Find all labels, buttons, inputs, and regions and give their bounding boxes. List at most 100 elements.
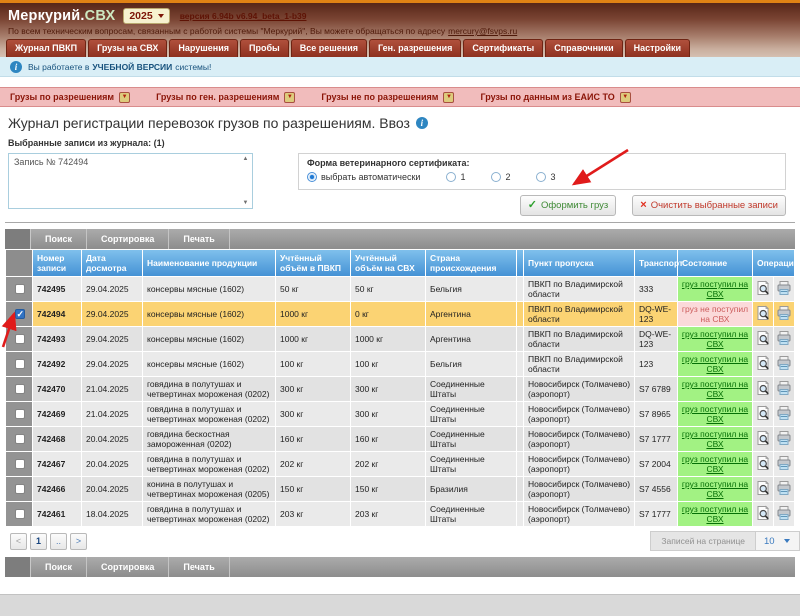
status-arrived-link[interactable]: груз поступил на СВХ [682, 479, 748, 499]
print-icon[interactable] [776, 505, 792, 521]
view-document-icon[interactable] [755, 405, 771, 421]
listbox-item[interactable]: Запись № 742494 [14, 157, 234, 167]
row-checkbox[interactable] [15, 309, 25, 319]
submit-cargo-button[interactable]: ✓Оформить груз [520, 195, 617, 216]
spacer-cell [517, 377, 523, 401]
cargo-menu-item-0[interactable]: Грузы по разрешениям▼ [10, 92, 130, 103]
toolbar-item-0[interactable]: Поиск [31, 229, 87, 249]
view-document-icon[interactable] [755, 330, 771, 346]
pagination-more[interactable]: .. [50, 533, 67, 550]
version-link[interactable]: версия 6.94b v6.94_beta_1-b39 [180, 11, 307, 21]
status-arrived-link[interactable]: груз поступил на СВХ [682, 404, 748, 424]
cell-status: груз поступил на СВХ [678, 452, 752, 476]
title-info-icon[interactable]: i [416, 117, 428, 129]
cargo-menu-item-3[interactable]: Грузы по данным из ЕАИС ТО▼ [480, 92, 630, 103]
toolbar-item-2[interactable]: Печать [169, 229, 229, 249]
cell-origin-country: Аргентина [426, 327, 516, 351]
status-arrived-link[interactable]: груз поступил на СВХ [682, 329, 748, 349]
cert-option-3[interactable]: 3 [536, 172, 555, 182]
nav-tab-5[interactable]: Ген. разрешения [369, 39, 461, 57]
cell-volume-pvkp: 1000 кг [276, 302, 350, 326]
cert-option-2[interactable]: 2 [491, 172, 510, 182]
view-document-icon[interactable] [755, 355, 771, 371]
radio-icon[interactable] [307, 172, 317, 182]
status-arrived-link[interactable]: груз поступил на СВХ [682, 379, 748, 399]
cell-origin-country: Аргентина [426, 302, 516, 326]
cell-volume-svh: 100 кг [351, 352, 425, 376]
print-icon[interactable] [776, 280, 792, 296]
nav-tab-8[interactable]: Настройки [625, 39, 690, 57]
status-arrived-link[interactable]: груз поступил на СВХ [682, 429, 748, 449]
toolbar-item-0[interactable]: Поиск [31, 557, 87, 577]
spacer-cell [517, 277, 523, 301]
spacer-cell [517, 352, 523, 376]
row-checkbox[interactable] [15, 484, 25, 494]
cargo-menu-item-1[interactable]: Грузы по ген. разрешениям▼ [156, 92, 295, 103]
scroll-down-icon[interactable]: ▼ [243, 200, 249, 206]
row-checkbox[interactable] [15, 409, 25, 419]
toolbar-item-2[interactable]: Печать [169, 557, 229, 577]
view-document-icon[interactable] [755, 380, 771, 396]
nav-tab-1[interactable]: Грузы на СВХ [88, 39, 167, 57]
cell-volume-svh: 1000 кг [351, 327, 425, 351]
row-checkbox[interactable] [15, 334, 25, 344]
status-arrived-link[interactable]: груз поступил на СВХ [682, 454, 748, 474]
clear-selection-button[interactable]: ×Очистить выбранные записи [632, 195, 786, 216]
print-icon[interactable] [776, 380, 792, 396]
status-arrived-link[interactable]: груз поступил на СВХ [682, 354, 748, 374]
operation-view-cell [753, 477, 773, 501]
pagination-page-1[interactable]: 1 [30, 533, 47, 550]
table-row-742493: 74249329.04.2025консервы мясные (1602)10… [6, 327, 794, 351]
view-document-icon[interactable] [755, 505, 771, 521]
print-icon[interactable] [776, 330, 792, 346]
support-email-link[interactable]: mercury@fsvps.ru [448, 26, 517, 36]
pagination-prev[interactable]: < [10, 533, 27, 550]
row-checkbox[interactable] [15, 284, 25, 294]
cell-status: груз поступил на СВХ [678, 377, 752, 401]
radio-icon[interactable] [491, 172, 501, 182]
row-checkbox[interactable] [15, 359, 25, 369]
pagination-next[interactable]: > [70, 533, 87, 550]
cert-option-1[interactable]: 1 [446, 172, 465, 182]
spacer-column-header [517, 250, 523, 276]
selected-records-listbox[interactable]: Запись № 742494 ▲▼ [8, 153, 253, 209]
toolbar-item-1[interactable]: Сортировка [87, 557, 169, 577]
nav-tab-4[interactable]: Все решения [291, 39, 367, 57]
view-document-icon[interactable] [755, 480, 771, 496]
cert-option-0[interactable]: выбрать автоматически [307, 172, 420, 182]
cargo-menu-item-label: Грузы по разрешениям [10, 92, 114, 102]
cell-origin-country: Соединенные Штаты [426, 452, 516, 476]
radio-icon[interactable] [446, 172, 456, 182]
cell-status: груз поступил на СВХ [678, 327, 752, 351]
print-icon[interactable] [776, 455, 792, 471]
radio-icon[interactable] [536, 172, 546, 182]
print-icon[interactable] [776, 480, 792, 496]
view-document-icon[interactable] [755, 430, 771, 446]
row-checkbox[interactable] [15, 434, 25, 444]
print-icon[interactable] [776, 355, 792, 371]
view-document-icon[interactable] [755, 455, 771, 471]
listbox-scrollbar[interactable]: ▲▼ [239, 154, 252, 208]
row-checkbox[interactable] [15, 384, 25, 394]
per-page-select[interactable]: 10 [756, 531, 800, 551]
row-checkbox[interactable] [15, 459, 25, 469]
nav-tab-6[interactable]: Сертификаты [463, 39, 543, 57]
table-row-742494: 74249429.04.2025консервы мясные (1602)10… [6, 302, 794, 326]
print-icon[interactable] [776, 305, 792, 321]
print-icon[interactable] [776, 430, 792, 446]
year-select[interactable]: 2025 [123, 8, 169, 24]
status-arrived-link[interactable]: груз поступил на СВХ [682, 279, 748, 299]
nav-tab-3[interactable]: Пробы [240, 39, 289, 57]
cell-status: груз поступил на СВХ [678, 352, 752, 376]
nav-tab-0[interactable]: Журнал ПВКП [6, 39, 86, 57]
print-icon[interactable] [776, 405, 792, 421]
nav-tab-2[interactable]: Нарушения [169, 39, 238, 57]
row-checkbox[interactable] [15, 509, 25, 519]
cargo-menu-item-2[interactable]: Грузы не по разрешениям▼ [321, 92, 454, 103]
status-arrived-link[interactable]: груз поступил на СВХ [682, 504, 748, 524]
view-document-icon[interactable] [755, 280, 771, 296]
scroll-up-icon[interactable]: ▲ [243, 156, 249, 162]
view-document-icon[interactable] [755, 305, 771, 321]
toolbar-item-1[interactable]: Сортировка [87, 229, 169, 249]
nav-tab-7[interactable]: Справочники [545, 39, 622, 57]
